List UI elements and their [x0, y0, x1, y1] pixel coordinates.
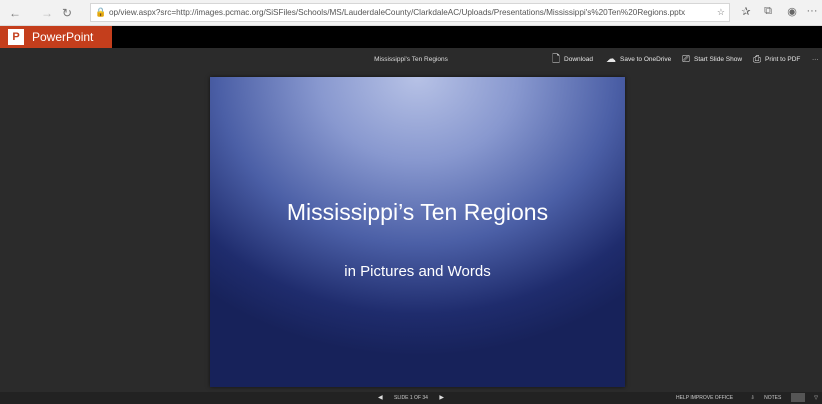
refresh-icon[interactable]: ↻	[58, 4, 76, 22]
reading-view-icon[interactable]: ▽	[814, 395, 818, 401]
notes-button[interactable]: ⇩ NOTES	[743, 395, 782, 401]
save-onedrive-label: Save to OneDrive	[620, 56, 672, 63]
favorites-icon[interactable]: ✰	[738, 5, 754, 18]
collections-icon[interactable]: ⧉	[760, 5, 776, 18]
slide[interactable]: Mississippi’s Ten Regions in Pictures an…	[210, 77, 625, 387]
command-bar: Mississippi's Ten Regions 🗋 Download ☁ Sav…	[0, 48, 822, 72]
cloud-icon: ☁	[606, 54, 616, 65]
browser-toolbar: ← → ↻ 🔒 op/view.aspx?src=http://images.p…	[0, 0, 822, 26]
powerpoint-logo-icon: P	[8, 29, 24, 45]
start-slideshow-label: Start Slide Show	[694, 56, 743, 63]
lock-icon: 🔒	[95, 7, 107, 17]
slide-subtitle: in Pictures and Words	[344, 263, 491, 280]
status-right-group: HELP IMPROVE OFFICE ⇩ NOTES ▽	[668, 392, 818, 404]
browser-more-icon[interactable]: ···	[804, 5, 820, 17]
back-icon[interactable]: ←	[6, 4, 24, 22]
slide-counter: SLIDE 1 OF 34	[394, 395, 428, 401]
profile-icon[interactable]: ◉	[784, 5, 800, 18]
notes-icon: ⇩	[750, 395, 757, 401]
app-brand[interactable]: P PowerPoint	[0, 26, 112, 48]
previous-slide-icon[interactable]: ◀	[378, 395, 383, 401]
download-label: Download	[564, 56, 593, 63]
print-to-pdf-button[interactable]: ⎙ Print to PDF	[753, 48, 800, 72]
help-improve-office-link[interactable]: HELP IMPROVE OFFICE	[676, 395, 733, 401]
slideshow-icon: ⎚	[682, 54, 690, 65]
app-name: PowerPoint	[32, 30, 94, 44]
url-text[interactable]: op/view.aspx?src=http://images.pcmac.org…	[109, 8, 685, 17]
start-slideshow-button[interactable]: ⎚ Start Slide Show	[682, 48, 742, 72]
favorite-star-icon[interactable]: ☆	[717, 4, 725, 21]
normal-view-button[interactable]	[790, 393, 805, 403]
address-bar[interactable]: 🔒 op/view.aspx?src=http://images.pcmac.o…	[90, 3, 730, 22]
save-to-onedrive-button[interactable]: ☁ Save to OneDrive	[606, 48, 671, 72]
more-options-button[interactable]: ···	[812, 48, 819, 72]
notes-label: NOTES	[764, 395, 782, 401]
next-slide-icon[interactable]: ▶	[439, 395, 444, 401]
forward-icon[interactable]: →	[38, 4, 56, 22]
slide-title: Mississippi’s Ten Regions	[286, 199, 549, 225]
download-icon: 🗋	[552, 54, 561, 65]
print-pdf-label: Print to PDF	[765, 56, 801, 63]
download-button[interactable]: 🗋 Download	[552, 48, 593, 72]
status-bar: ◀ SLIDE 1 OF 34 ▶ HELP IMPROVE OFFICE ⇩ …	[0, 392, 822, 404]
printer-icon: ⎙	[753, 54, 761, 65]
slide-stage: Mississippi’s Ten Regions in Pictures an…	[0, 72, 822, 392]
app-bar: P PowerPoint	[0, 26, 822, 48]
